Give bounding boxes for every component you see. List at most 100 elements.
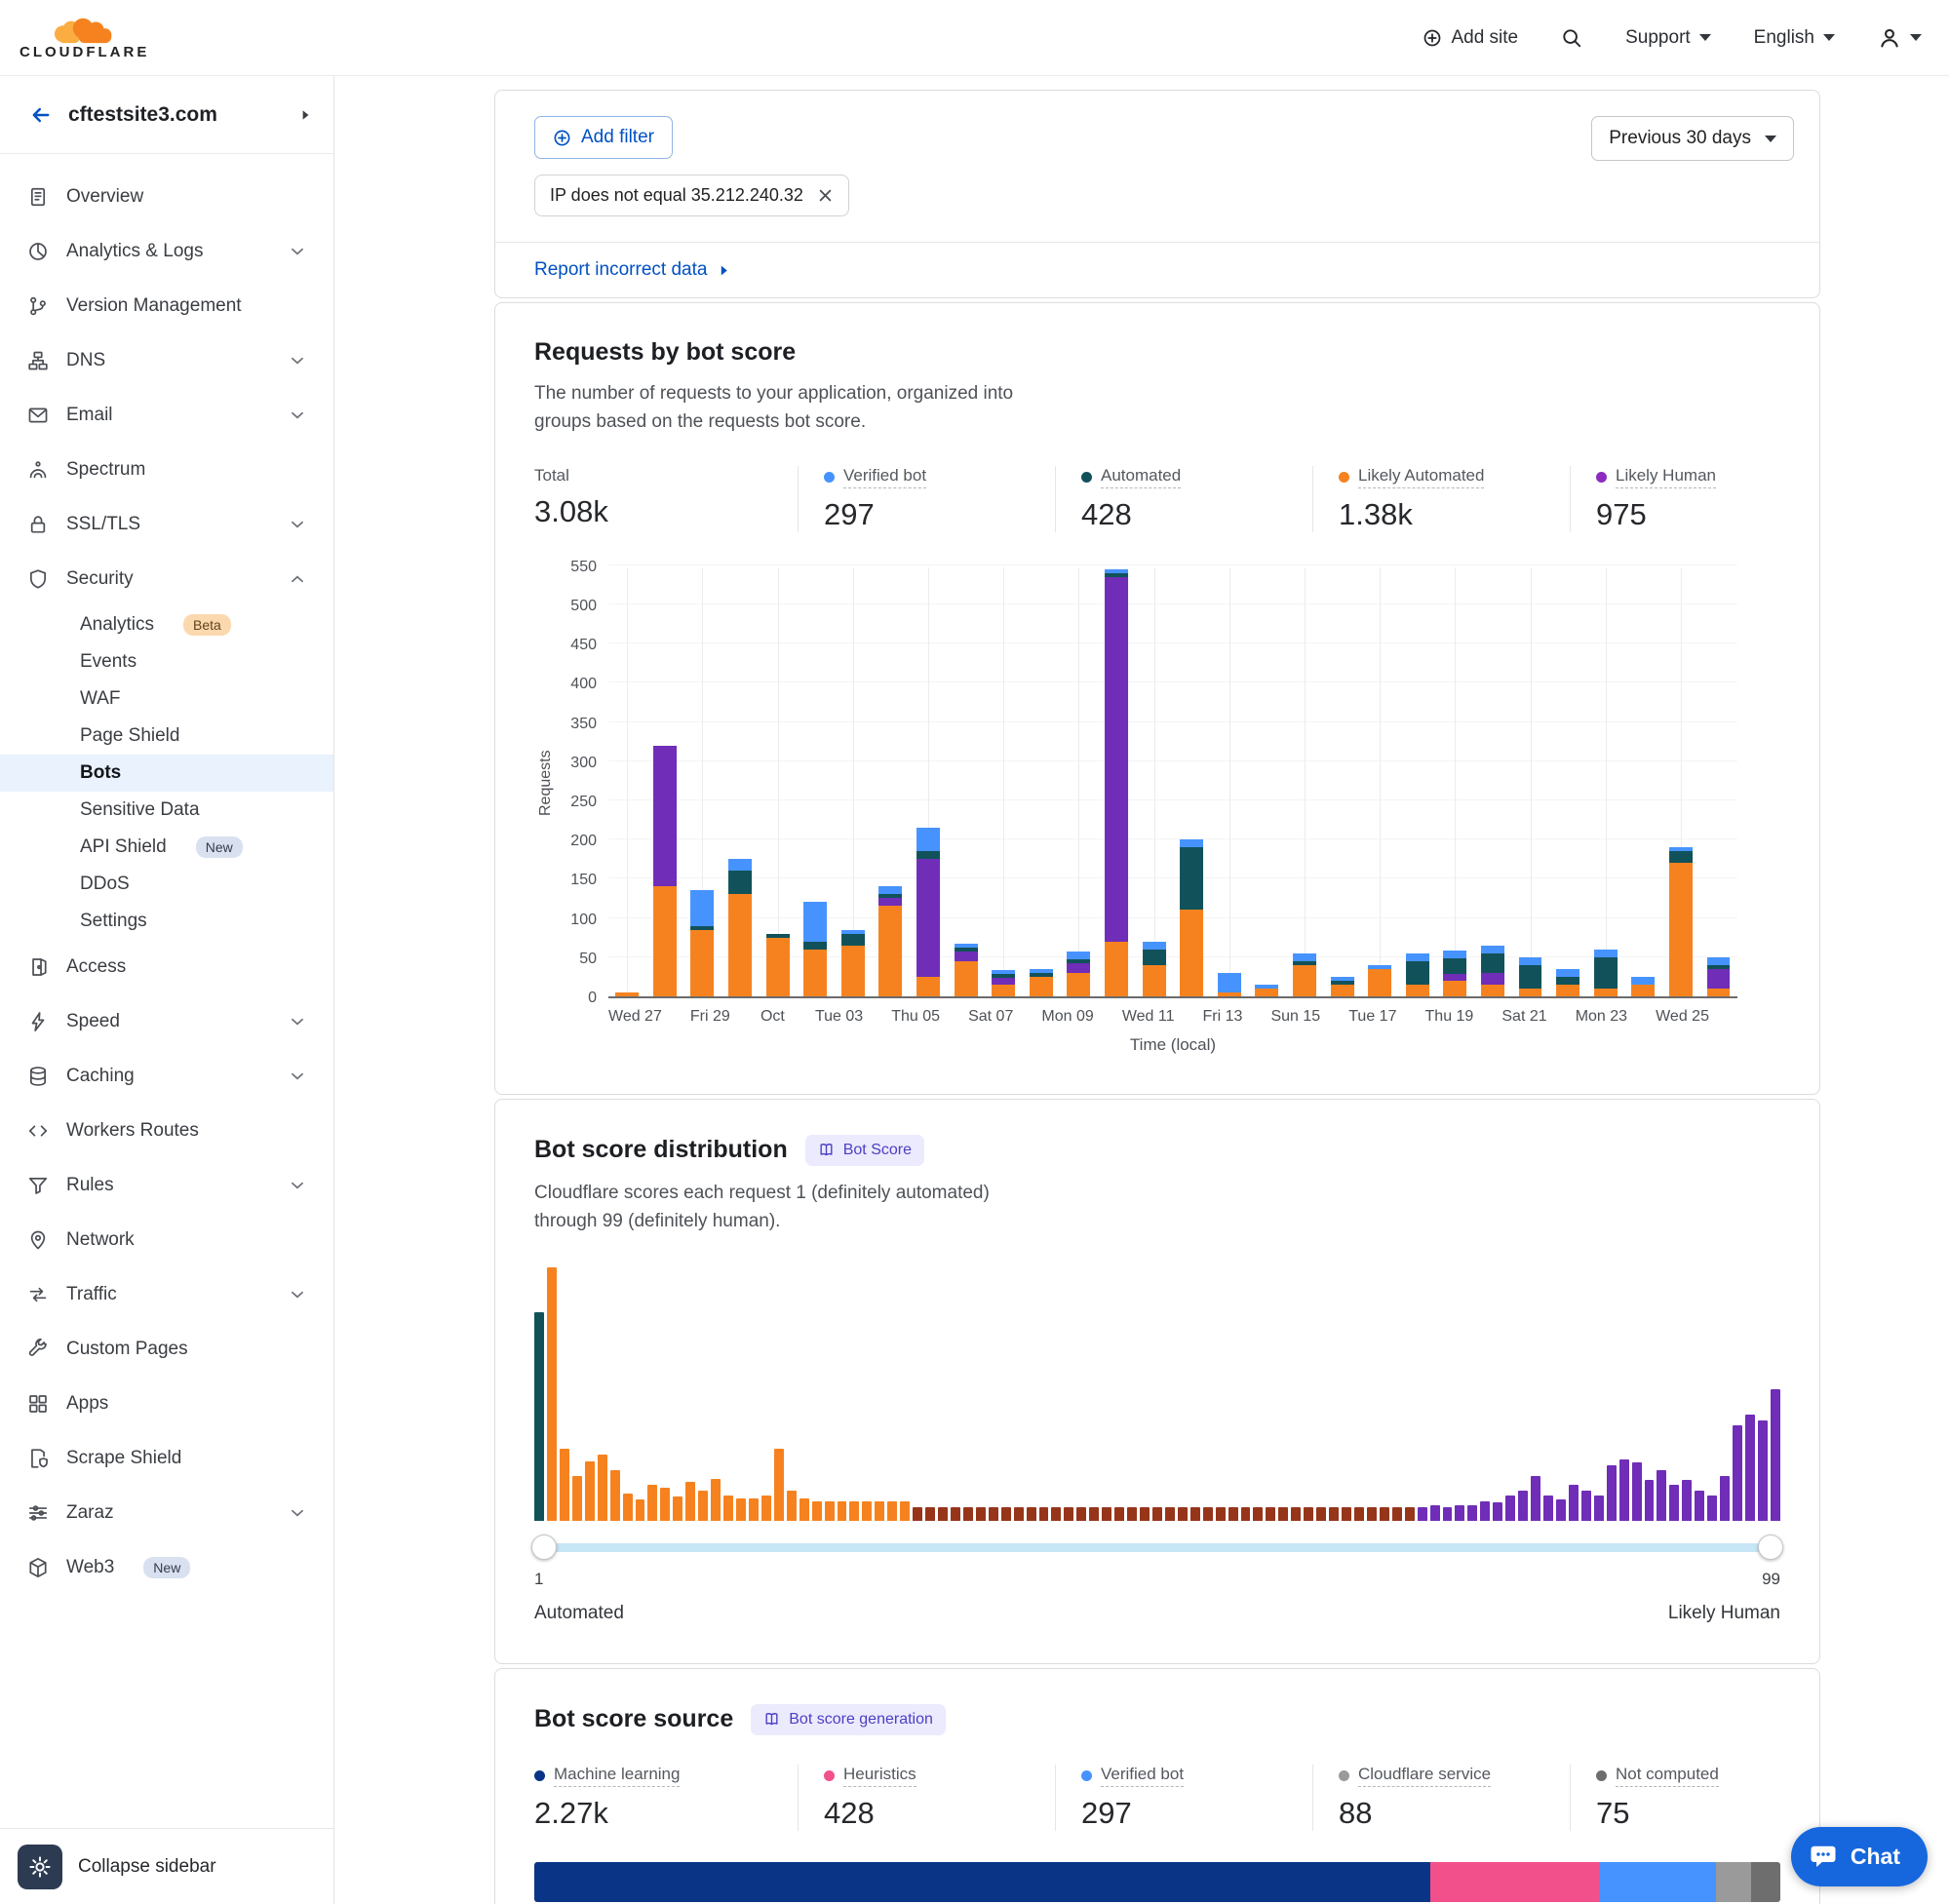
sidebar-item-settings[interactable]: Settings — [0, 903, 333, 940]
sidebar-item-access[interactable]: Access — [0, 940, 333, 994]
collapse-sidebar[interactable]: Collapse sidebar — [0, 1828, 333, 1904]
sidebar-item-rules[interactable]: Rules — [0, 1158, 333, 1213]
bot-score-distribution-card: Bot score distribution Bot Score Cloudfl… — [494, 1099, 1820, 1664]
report-incorrect-data-link[interactable]: Report incorrect data — [534, 259, 707, 281]
sidebar-item-apps[interactable]: Apps — [0, 1377, 333, 1431]
histogram-bar — [925, 1507, 935, 1521]
y-axis-tick: 550 — [558, 559, 597, 576]
sidebar-item-speed[interactable]: Speed — [0, 994, 333, 1049]
sidebar-item-bots[interactable]: Bots — [0, 755, 333, 792]
site-switcher-chevron-icon[interactable] — [298, 108, 312, 122]
sidebar-item-workers-routes[interactable]: Workers Routes — [0, 1104, 333, 1158]
filter-chip[interactable]: IP does not equal 35.212.240.32 — [534, 175, 849, 216]
requests-card-description: The number of requests to your applicati… — [534, 379, 1061, 437]
chevron-down-icon[interactable] — [289, 407, 306, 424]
cloudflare-logo[interactable]: CLOUDFLARE — [19, 15, 149, 60]
slider-handle-min[interactable] — [531, 1535, 557, 1560]
sidebar-item-spectrum[interactable]: Spectrum — [0, 443, 333, 497]
bar-segment-automated — [1669, 851, 1693, 863]
stat-machine-learning: Machine learning2.27k — [534, 1765, 798, 1831]
chevron-down-icon[interactable] — [289, 1286, 306, 1303]
sidebar-item-page-shield[interactable]: Page Shield — [0, 718, 333, 755]
histogram-bar — [1102, 1507, 1111, 1521]
legend-dot — [1596, 1770, 1607, 1781]
histogram-bar — [1329, 1507, 1339, 1521]
chevron-down-icon[interactable] — [289, 516, 306, 533]
support-menu[interactable]: Support — [1625, 27, 1711, 49]
bot-score-badge[interactable]: Bot Score — [805, 1135, 924, 1166]
sidebar-item-web3[interactable]: Web3New — [0, 1540, 333, 1595]
sidebar-item-events[interactable]: Events — [0, 643, 333, 680]
sidebar-item-sensitive-data[interactable]: Sensitive Data — [0, 792, 333, 829]
chevron-down-icon[interactable] — [289, 1177, 306, 1194]
sidebar-item-email[interactable]: Email — [0, 388, 333, 443]
sidebar-item-zaraz[interactable]: Zaraz — [0, 1486, 333, 1540]
language-menu[interactable]: English — [1754, 27, 1835, 49]
slider-track[interactable] — [534, 1543, 1780, 1552]
sidebar-item-traffic[interactable]: Traffic — [0, 1267, 333, 1322]
bar-segment-automated — [1406, 961, 1429, 985]
histogram-bar — [1203, 1507, 1213, 1521]
account-menu[interactable] — [1878, 26, 1922, 50]
chart-day-slot — [683, 567, 721, 996]
chevron-down-icon[interactable] — [289, 243, 306, 260]
bar-segment-automated — [1481, 953, 1504, 973]
gear-button[interactable] — [18, 1845, 62, 1889]
bar-segment-verified-bot — [1707, 957, 1731, 965]
sidebar-item-waf[interactable]: WAF — [0, 680, 333, 718]
x-axis-tick: Oct — [759, 998, 787, 1026]
chat-button[interactable]: Chat — [1791, 1827, 1928, 1886]
add-filter-button[interactable]: Add filter — [534, 116, 673, 159]
database-icon — [27, 1066, 49, 1087]
histogram-bar — [1632, 1462, 1642, 1521]
bar-segment-likely-automated — [653, 886, 677, 996]
histogram-bar — [1228, 1507, 1238, 1521]
search-icon[interactable] — [1561, 27, 1582, 49]
chart-day-slot — [872, 567, 910, 996]
stacked-bar — [766, 934, 790, 996]
y-axis-tick: 450 — [558, 637, 597, 654]
bar-segment-likely-automated — [1293, 965, 1316, 996]
sidebar-item-analytics[interactable]: AnalyticsBeta — [0, 606, 333, 643]
sidebar-item-scrape-shield[interactable]: Scrape Shield — [0, 1431, 333, 1486]
sidebar-item-analytics-logs[interactable]: Analytics & Logs — [0, 224, 333, 279]
remove-filter-icon[interactable] — [817, 187, 834, 204]
histogram-bar — [1720, 1476, 1730, 1521]
chevron-down-icon[interactable] — [289, 1068, 306, 1085]
histogram-bar — [711, 1479, 721, 1521]
date-range-button[interactable]: Previous 30 days — [1591, 116, 1794, 161]
y-axis-title: Requests — [534, 567, 558, 998]
stat-value: 428 — [1081, 497, 1297, 532]
sitemap-icon — [27, 350, 49, 371]
chevron-down-icon[interactable] — [289, 352, 306, 369]
sidebar-item-custom-pages[interactable]: Custom Pages — [0, 1322, 333, 1377]
sidebar-item-ddos[interactable]: DDoS — [0, 866, 333, 903]
bar-segment-automated — [1180, 847, 1203, 910]
chevron-down-icon[interactable] — [289, 1504, 306, 1522]
requests-chart: Requests 0501001502002503003504004505005… — [534, 567, 1780, 1055]
source-segment-machine-learning — [534, 1862, 1430, 1902]
sidebar-item-version-management[interactable]: Version Management — [0, 279, 333, 333]
bar-segment-verified-bot — [803, 902, 827, 941]
sidebar-item-dns[interactable]: DNS — [0, 333, 333, 388]
sidebar-item-security[interactable]: Security — [0, 552, 333, 606]
sidebar-item-network[interactable]: Network — [0, 1213, 333, 1267]
sidebar-item-label: WAF — [80, 688, 121, 710]
histogram-bar — [547, 1267, 557, 1521]
bot-score-generation-badge[interactable]: Bot score generation — [751, 1704, 946, 1735]
score-range-slider[interactable] — [534, 1535, 1780, 1560]
legend-dot — [1081, 472, 1092, 483]
sidebar-item-ssl-tls[interactable]: SSL/TLS — [0, 497, 333, 552]
sidebar-item-api-shield[interactable]: API ShieldNew — [0, 829, 333, 866]
chevron-up-icon[interactable] — [289, 570, 306, 588]
bolt-icon — [27, 1011, 49, 1032]
add-site-button[interactable]: Add site — [1423, 27, 1518, 49]
sidebar-item-overview[interactable]: Overview — [0, 170, 333, 224]
chevron-down-icon[interactable] — [289, 1013, 306, 1030]
bar-segment-likely-automated — [1368, 969, 1391, 996]
x-axis-tick — [1396, 998, 1424, 1026]
sidebar-item-label: API Shield — [80, 836, 167, 858]
sidebar-item-caching[interactable]: Caching — [0, 1049, 333, 1104]
slider-handle-max[interactable] — [1758, 1535, 1783, 1560]
back-arrow-icon[interactable] — [29, 103, 53, 127]
